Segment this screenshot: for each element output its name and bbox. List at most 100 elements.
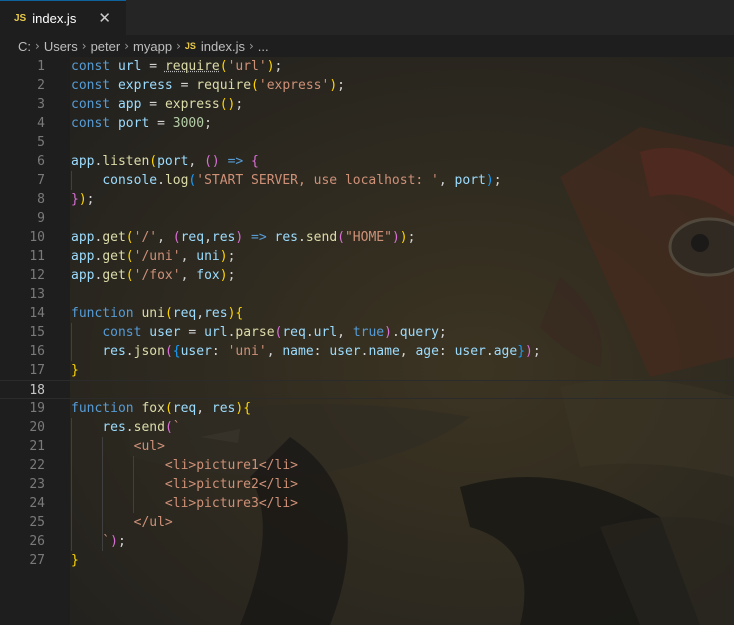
breadcrumb-file[interactable]: index.js <box>201 39 245 54</box>
line-text: const port = 3000; <box>71 114 212 133</box>
code-line[interactable]: 12 app.get('/fox', fox); <box>0 266 734 285</box>
code-token: require <box>196 78 252 93</box>
code-token: get <box>102 268 126 283</box>
code-token: ) <box>110 534 118 549</box>
code-token: uni <box>141 306 165 321</box>
line-text: console.log('START SERVER, use localhost… <box>71 171 501 190</box>
code-line[interactable]: 21 <ul> <box>0 437 734 456</box>
code-line[interactable]: 7 console.log('START SERVER, use localho… <box>0 171 734 190</box>
code-line[interactable]: 15 const user = url.parse(req.url, true)… <box>0 323 734 342</box>
breadcrumb-myapp[interactable]: myapp <box>133 39 172 54</box>
line-text: `); <box>71 532 126 551</box>
code-token: console <box>102 173 158 188</box>
code-token: . <box>125 420 134 435</box>
code-line[interactable]: 26 `); <box>0 532 734 551</box>
code-token: ` <box>172 420 181 435</box>
code-token: ( <box>164 306 173 321</box>
line-number: 6 <box>37 154 45 169</box>
code-token: ( <box>219 59 228 74</box>
line-number: 25 <box>29 515 45 530</box>
line-number: 9 <box>37 211 45 226</box>
code-token: , <box>196 306 205 321</box>
line-number: 2 <box>37 78 45 93</box>
tab-index-js[interactable]: JS index.js ✕ <box>0 0 126 35</box>
code-line[interactable]: 4 const port = 3000; <box>0 114 734 133</box>
line-text: </ul> <box>71 513 173 532</box>
line-text: const express = require('express'); <box>71 76 345 95</box>
line-text: const app = express(); <box>71 95 243 114</box>
code-token: => <box>227 154 244 169</box>
line-number: 10 <box>29 230 45 245</box>
code-token: ( <box>125 230 134 245</box>
code-token: } <box>71 192 79 207</box>
breadcrumb-peter[interactable]: peter <box>91 39 121 54</box>
code-editor[interactable]: 1 const url = require('url'); 2 const expre… <box>0 57 734 625</box>
code-line[interactable]: 5 <box>0 133 734 152</box>
code-line[interactable]: 22 <li>picture1</li> <box>0 456 734 475</box>
code-token: req <box>172 401 197 416</box>
breadcrumb-users[interactable]: Users <box>44 39 78 54</box>
code-token: . <box>485 344 494 359</box>
breadcrumb-drive[interactable]: C: <box>18 39 31 54</box>
code-token: . <box>157 173 165 188</box>
line-number: 4 <box>37 116 45 131</box>
code-line[interactable]: 19 function fox(req, res){ <box>0 399 734 418</box>
code-token: json <box>133 344 165 359</box>
code-token: ) <box>329 78 338 93</box>
code-token: true <box>352 325 385 340</box>
code-token: uni <box>196 249 220 264</box>
code-lines: 1 const url = require('url'); 2 const expre… <box>0 57 734 570</box>
close-icon[interactable]: ✕ <box>98 9 111 27</box>
code-line[interactable]: 14 function uni(req,res){ <box>0 304 734 323</box>
code-token: , <box>438 173 455 188</box>
code-token: ) <box>485 173 494 188</box>
code-token: const <box>71 78 111 93</box>
line-number: 24 <box>29 496 45 511</box>
line-number: 17 <box>29 363 45 378</box>
code-line[interactable]: 2 const express = require('express'); <box>0 76 734 95</box>
code-token: : <box>313 344 330 359</box>
code-token: user <box>180 344 212 359</box>
code-token: res <box>211 230 236 245</box>
code-token: 'url' <box>227 59 267 74</box>
code-line[interactable]: 8}); <box>0 190 734 209</box>
line-number: 18 <box>29 383 45 398</box>
code-token: , <box>180 268 197 283</box>
code-token: ) <box>266 59 275 74</box>
code-line[interactable]: 11 app.get('/uni', uni); <box>0 247 734 266</box>
code-token: res <box>211 401 236 416</box>
code-line[interactable]: 16 res.json({user: 'uni', name: user.nam… <box>0 342 734 361</box>
code-line[interactable]: 17} <box>0 361 734 380</box>
line-number: 7 <box>37 173 45 188</box>
code-token: ) <box>78 192 87 207</box>
code-line[interactable]: 6 app.listen(port, () => { <box>0 152 734 171</box>
code-line[interactable]: 25 </ul> <box>0 513 734 532</box>
line-text: app.get('/uni', uni); <box>71 247 235 266</box>
code-token: } <box>71 553 79 568</box>
code-line[interactable]: 10 app.get('/', (req,res) => res.send("HO… <box>0 228 734 247</box>
code-line[interactable]: 1 const url = require('url'); <box>0 57 734 76</box>
code-token: url <box>313 325 338 340</box>
code-line[interactable]: 18 <box>0 380 734 399</box>
code-line[interactable]: 3 const app = express(); <box>0 95 734 114</box>
code-token: ( <box>125 268 134 283</box>
code-token: ; <box>274 59 283 74</box>
code-token: <li>picture1</li> <box>71 458 298 473</box>
chevron-right-icon: › <box>124 39 130 53</box>
code-line[interactable]: 9 <box>0 209 734 228</box>
code-token: ) <box>219 249 228 264</box>
code-token: name <box>282 344 314 359</box>
breadcrumb-more[interactable]: ... <box>258 39 269 54</box>
code-line[interactable]: 23 <li>picture2</li> <box>0 475 734 494</box>
code-line[interactable]: 13 <box>0 285 734 304</box>
code-line[interactable]: 24 <li>picture3</li> <box>0 494 734 513</box>
code-token: const <box>102 325 142 340</box>
code-line[interactable]: 20 res.send(` <box>0 418 734 437</box>
code-line[interactable]: 27} <box>0 551 734 570</box>
code-token: req <box>282 325 306 340</box>
chevron-right-icon: › <box>35 39 40 53</box>
